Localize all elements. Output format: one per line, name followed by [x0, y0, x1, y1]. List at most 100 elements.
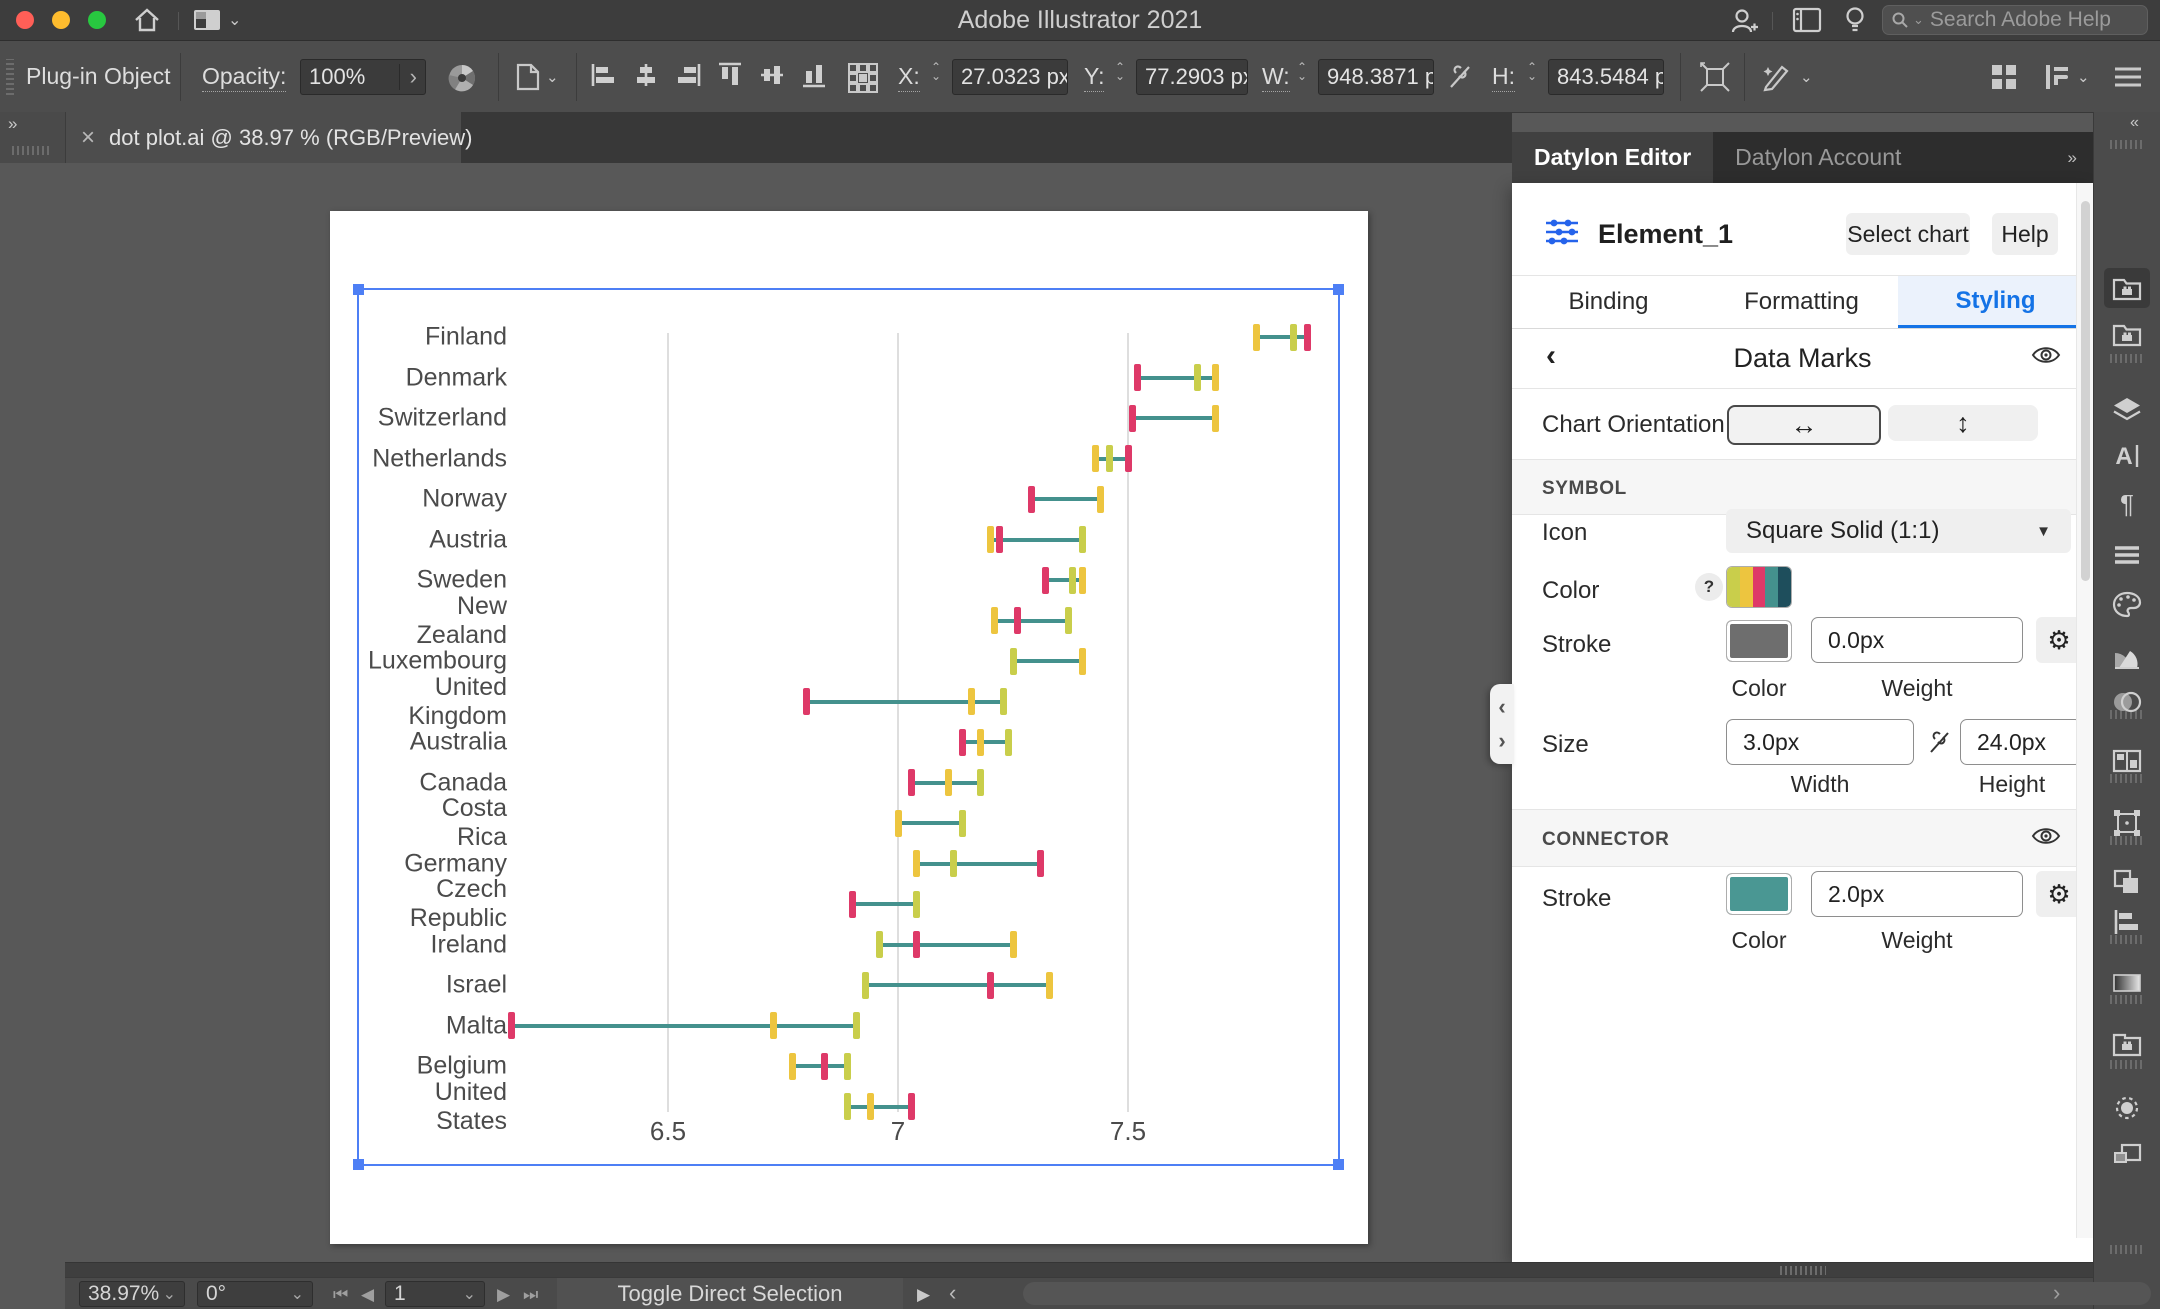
color-palette-swatch[interactable] [1726, 566, 1792, 608]
arrange-panels-icon[interactable] [1988, 61, 2020, 93]
stroke-weight-input[interactable] [1811, 617, 2023, 663]
collapse-panel-icon[interactable]: » [2068, 148, 2079, 168]
layers-panel-icon[interactable] [2104, 390, 2150, 430]
recolor-artwork-icon[interactable] [446, 62, 478, 99]
y-field[interactable]: 77.2903 px [1136, 59, 1248, 95]
color-panel-icon[interactable] [2104, 585, 2150, 625]
zoom-level-select[interactable]: 38.97% ⌄ [79, 1281, 185, 1307]
paragraph-panel-icon[interactable]: ¶ [2104, 484, 2150, 524]
document-tab[interactable]: × dot plot.ai @ 38.97 % (RGB/Preview) [65, 112, 473, 163]
dock-grip[interactable] [2110, 140, 2144, 149]
lightbulb-icon[interactable] [1842, 5, 1868, 40]
distribute-grid-icon[interactable] [846, 61, 880, 98]
panel-collapse-flap[interactable]: ‹ › [1490, 684, 1514, 764]
chevron-right-icon[interactable]: › [2053, 1280, 2060, 1306]
h-stepper[interactable]: ⌃ ⌄ [1524, 61, 1540, 82]
tab-formatting[interactable]: Formatting [1705, 276, 1898, 328]
panel-scrollbar[interactable] [2076, 183, 2093, 1238]
artboard-tools-panel-icon[interactable] [2104, 1132, 2150, 1172]
stroke-color-swatch[interactable] [1726, 620, 1792, 662]
panel-toggle-icon[interactable] [1792, 7, 1822, 38]
align-top-icon[interactable] [716, 61, 744, 94]
chevron-left-icon[interactable]: ‹ [1498, 696, 1505, 718]
selection-bounding-box[interactable] [353, 284, 1344, 1170]
transparency-panel-icon[interactable] [2104, 682, 2150, 722]
lines-panel-icon[interactable] [2104, 535, 2150, 575]
selection-handle-top-left[interactable] [353, 284, 364, 295]
image-trace-panel-icon[interactable] [2104, 1088, 2150, 1128]
graphic-style-icon[interactable]: ⌄ [1760, 61, 1813, 93]
help-search-field[interactable]: ⌄ [1882, 5, 2148, 35]
collapse-dock-icon[interactable]: « [2130, 114, 2141, 132]
opacity-label[interactable]: Opacity: [202, 63, 287, 92]
prev-artboard-icon[interactable]: ◀ [361, 1285, 374, 1305]
panel-resize-grip[interactable] [65, 1262, 2093, 1278]
rotation-select[interactable]: 0° ⌄ [197, 1281, 313, 1307]
tab-styling[interactable]: Styling [1898, 276, 2093, 328]
align-right-icon[interactable] [674, 61, 702, 94]
icon-dropdown[interactable]: Square Solid (1:1) ▼ [1726, 509, 2071, 553]
close-tab-icon[interactable]: × [81, 124, 95, 152]
align-bottom-icon[interactable] [800, 61, 828, 94]
w-field[interactable]: 948.3871 px [1318, 59, 1434, 95]
selection-handle-bottom-left[interactable] [353, 1159, 364, 1170]
select-chart-button[interactable]: Select chart [1846, 213, 1970, 255]
align-left-icon[interactable] [590, 61, 618, 94]
panel-grip[interactable] [12, 146, 52, 155]
panel-grip[interactable] [6, 59, 14, 95]
size-width-input[interactable] [1726, 719, 1914, 765]
orientation-vertical-button[interactable]: ↕ [1888, 405, 2038, 441]
visibility-eye-icon[interactable] [2030, 343, 2062, 372]
color-help-badge[interactable]: ? [1695, 573, 1723, 601]
first-artboard-icon[interactable]: ⏮ [333, 1285, 348, 1305]
orientation-horizontal-button[interactable]: ↔ [1727, 405, 1881, 445]
document-setup-icon[interactable]: ⌄ [514, 61, 559, 93]
libraries-2-panel-icon[interactable] [2104, 314, 2150, 354]
collapse-panel-icon[interactable]: » [8, 114, 19, 134]
horizontal-scrollbar[interactable] [1023, 1282, 2151, 1305]
dock-grip[interactable] [2110, 354, 2144, 363]
last-artboard-icon[interactable]: ⏭ [523, 1285, 538, 1305]
swatches-panel-icon[interactable] [2104, 636, 2150, 676]
selection-handle-top-right[interactable] [1333, 284, 1344, 295]
chevron-right-icon[interactable]: › [398, 64, 417, 90]
character-panel-icon[interactable]: A [2104, 436, 2150, 476]
dock-grip[interactable] [2110, 1245, 2144, 1254]
align-center-vertical-icon[interactable] [758, 61, 786, 94]
unlink-dimensions-icon[interactable] [1444, 62, 1476, 97]
connector-visibility-eye-icon[interactable] [2030, 824, 2062, 853]
pathfinder-panel-icon[interactable] [2104, 862, 2150, 902]
x-stepper[interactable]: ⌃ ⌄ [928, 61, 944, 82]
scrollbar-thumb[interactable] [2081, 201, 2090, 581]
selection-handle-bottom-right[interactable] [1333, 1159, 1344, 1170]
artboard-number-select[interactable]: 1 ⌄ [385, 1281, 485, 1307]
help-button[interactable]: Help [1992, 213, 2058, 255]
next-artboard-icon[interactable]: ▶ [497, 1285, 510, 1305]
align-panel-icon[interactable] [2104, 902, 2150, 942]
align-center-horizontal-icon[interactable] [632, 61, 660, 94]
tab-binding[interactable]: Binding [1512, 276, 1705, 328]
connector-color-swatch[interactable] [1726, 873, 1792, 915]
tab-datylon-editor[interactable]: Datylon Editor [1512, 132, 1714, 183]
gradient-panel-icon[interactable] [2104, 963, 2150, 1003]
properties-panel-icon[interactable]: ⌄ [2042, 61, 2090, 93]
play-icon[interactable]: ▶ [917, 1285, 930, 1305]
share-user-icon[interactable] [1728, 6, 1758, 41]
y-stepper[interactable]: ⌃ ⌄ [1112, 61, 1128, 82]
x-field[interactable]: 27.0323 px [952, 59, 1068, 95]
tab-datylon-account[interactable]: Datylon Account [1713, 132, 1923, 183]
artboards-panel-icon[interactable] [2104, 741, 2150, 781]
w-stepper[interactable]: ⌃ ⌄ [1294, 61, 1310, 82]
connector-weight-input[interactable] [1811, 871, 2023, 917]
constrain-proportions-icon[interactable] [1698, 61, 1732, 98]
h-field[interactable]: 843.5484 px [1548, 59, 1664, 95]
libraries-panel-icon[interactable] [2104, 268, 2150, 308]
library-folder-panel-icon[interactable] [2104, 1024, 2150, 1064]
menu-icon[interactable] [2112, 63, 2144, 96]
opacity-field[interactable]: 100% › [300, 59, 426, 95]
transform-panel-icon[interactable] [2104, 803, 2150, 843]
unlink-size-icon[interactable] [1924, 727, 1954, 762]
chevron-right-icon[interactable]: › [1498, 730, 1505, 752]
search-input[interactable] [1927, 7, 2132, 33]
size-height-input[interactable] [1960, 719, 2082, 765]
